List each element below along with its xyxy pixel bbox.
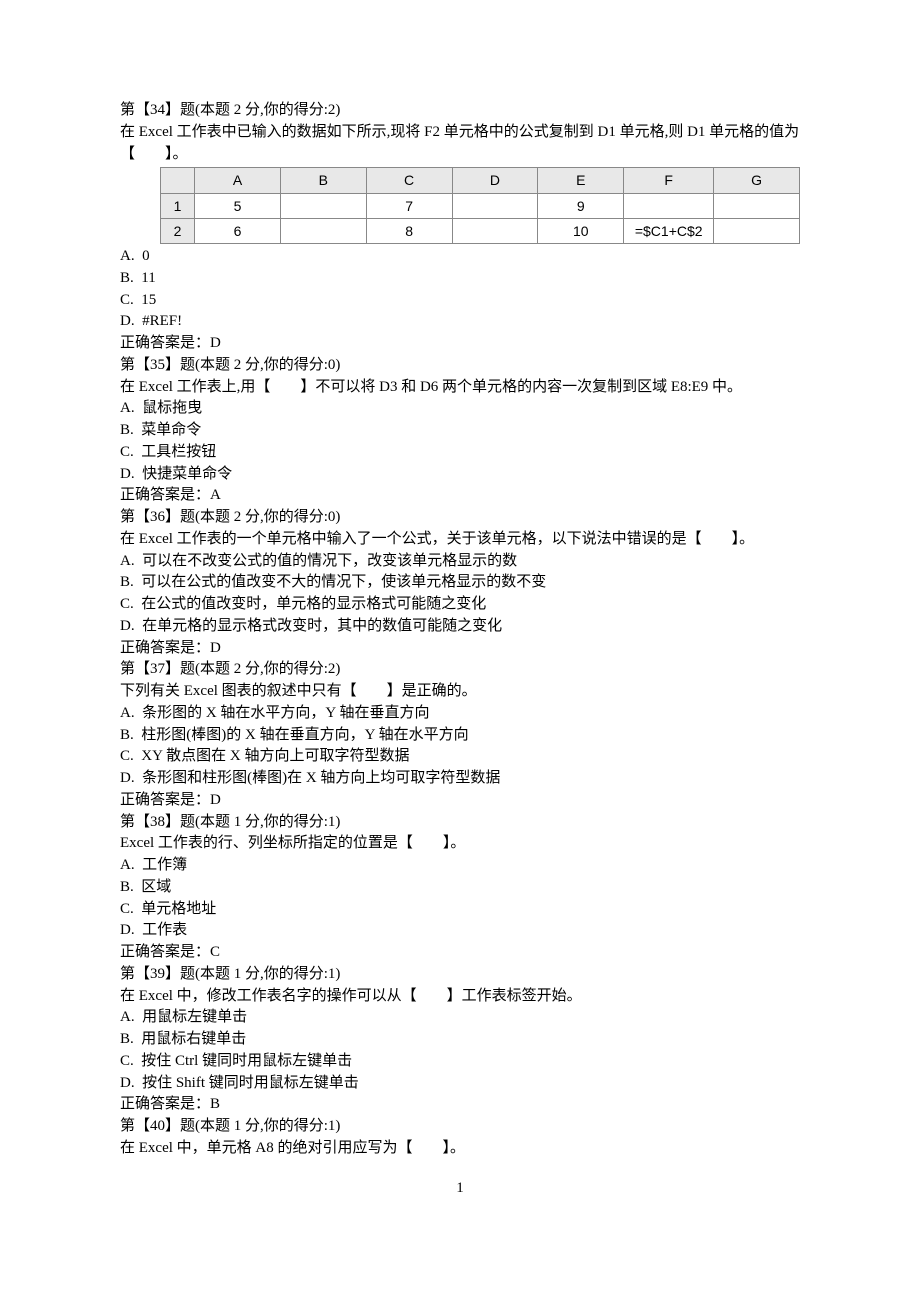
table-cell	[714, 193, 800, 218]
table-row-header: 2	[161, 218, 195, 243]
table-header: A	[195, 168, 281, 193]
option-b: B. 用鼠标右键单击	[120, 1029, 800, 1051]
option-c: C. 按住 Ctrl 键同时用鼠标左键单击	[120, 1051, 800, 1073]
option-b: B. 柱形图(棒图)的 X 轴在垂直方向，Y 轴在水平方向	[120, 725, 800, 747]
option-c: C. 15	[120, 290, 800, 312]
question-text: 在 Excel 中，单元格 A8 的绝对引用应写为【 】。	[120, 1138, 800, 1160]
option-b: B. 菜单命令	[120, 420, 800, 442]
table-cell: 10	[538, 218, 624, 243]
option-a: A. 条形图的 X 轴在水平方向，Y 轴在垂直方向	[120, 703, 800, 725]
excel-table: A B C D E F G 1 5 7 9 2 6 8 10 =$C1+C$2	[160, 167, 800, 244]
question-title: 第【40】题(本题 1 分,你的得分:1)	[120, 1116, 800, 1138]
option-a: A. 可以在不改变公式的值的情况下，改变该单元格显示的数	[120, 551, 800, 573]
option-c: C. XY 散点图在 X 轴方向上可取字符型数据	[120, 746, 800, 768]
table-header: B	[280, 168, 366, 193]
table-header: F	[624, 168, 714, 193]
table-cell	[452, 218, 538, 243]
option-c: C. 单元格地址	[120, 899, 800, 921]
question-text: 在 Excel 工作表上,用【 】不可以将 D3 和 D6 两个单元格的内容一次…	[120, 377, 800, 399]
question-text: 下列有关 Excel 图表的叙述中只有【 】是正确的。	[120, 681, 800, 703]
option-d: D. #REF!	[120, 311, 800, 333]
question-title: 第【38】题(本题 1 分,你的得分:1)	[120, 812, 800, 834]
option-a: A. 0	[120, 246, 800, 268]
option-d: D. 按住 Shift 键同时用鼠标左键单击	[120, 1073, 800, 1095]
table-header: G	[714, 168, 800, 193]
table-cell	[714, 218, 800, 243]
option-d: D. 工作表	[120, 920, 800, 942]
table-cell	[280, 218, 366, 243]
page-number: 1	[120, 1178, 800, 1200]
table-header	[161, 168, 195, 193]
option-b: B. 11	[120, 268, 800, 290]
question-title: 第【36】题(本题 2 分,你的得分:0)	[120, 507, 800, 529]
table-row-header: 1	[161, 193, 195, 218]
table-cell: 6	[195, 218, 281, 243]
table-header: C	[366, 168, 452, 193]
option-b: B. 区域	[120, 877, 800, 899]
table-cell: 7	[366, 193, 452, 218]
question-text: Excel 工作表的行、列坐标所指定的位置是【 】。	[120, 833, 800, 855]
option-a: A. 工作簿	[120, 855, 800, 877]
answer: 正确答案是：A	[120, 485, 800, 507]
option-c: C. 工具栏按钮	[120, 442, 800, 464]
table-cell	[624, 193, 714, 218]
option-d: D. 条形图和柱形图(棒图)在 X 轴方向上均可取字符型数据	[120, 768, 800, 790]
table-cell: =$C1+C$2	[624, 218, 714, 243]
option-b: B. 可以在公式的值改变不大的情况下，使该单元格显示的数不变	[120, 572, 800, 594]
option-a: A. 鼠标拖曳	[120, 398, 800, 420]
answer: 正确答案是：B	[120, 1094, 800, 1116]
option-a: A. 用鼠标左键单击	[120, 1007, 800, 1029]
table-cell	[280, 193, 366, 218]
answer: 正确答案是：D	[120, 638, 800, 660]
table-cell: 9	[538, 193, 624, 218]
table-header: D	[452, 168, 538, 193]
question-title: 第【39】题(本题 1 分,你的得分:1)	[120, 964, 800, 986]
question-title: 第【34】题(本题 2 分,你的得分:2)	[120, 100, 800, 122]
question-text: 在 Excel 工作表中已输入的数据如下所示,现将 F2 单元格中的公式复制到 …	[120, 122, 800, 166]
table-cell: 8	[366, 218, 452, 243]
answer: 正确答案是：D	[120, 790, 800, 812]
question-title: 第【35】题(本题 2 分,你的得分:0)	[120, 355, 800, 377]
option-c: C. 在公式的值改变时，单元格的显示格式可能随之变化	[120, 594, 800, 616]
question-text: 在 Excel 工作表的一个单元格中输入了一个公式，关于该单元格，以下说法中错误…	[120, 529, 800, 551]
answer: 正确答案是：D	[120, 333, 800, 355]
option-d: D. 在单元格的显示格式改变时，其中的数值可能随之变化	[120, 616, 800, 638]
option-d: D. 快捷菜单命令	[120, 464, 800, 486]
answer: 正确答案是：C	[120, 942, 800, 964]
table-cell	[452, 193, 538, 218]
table-header: E	[538, 168, 624, 193]
question-text: 在 Excel 中，修改工作表名字的操作可以从【 】工作表标签开始。	[120, 986, 800, 1008]
table-cell: 5	[195, 193, 281, 218]
question-title: 第【37】题(本题 2 分,你的得分:2)	[120, 659, 800, 681]
